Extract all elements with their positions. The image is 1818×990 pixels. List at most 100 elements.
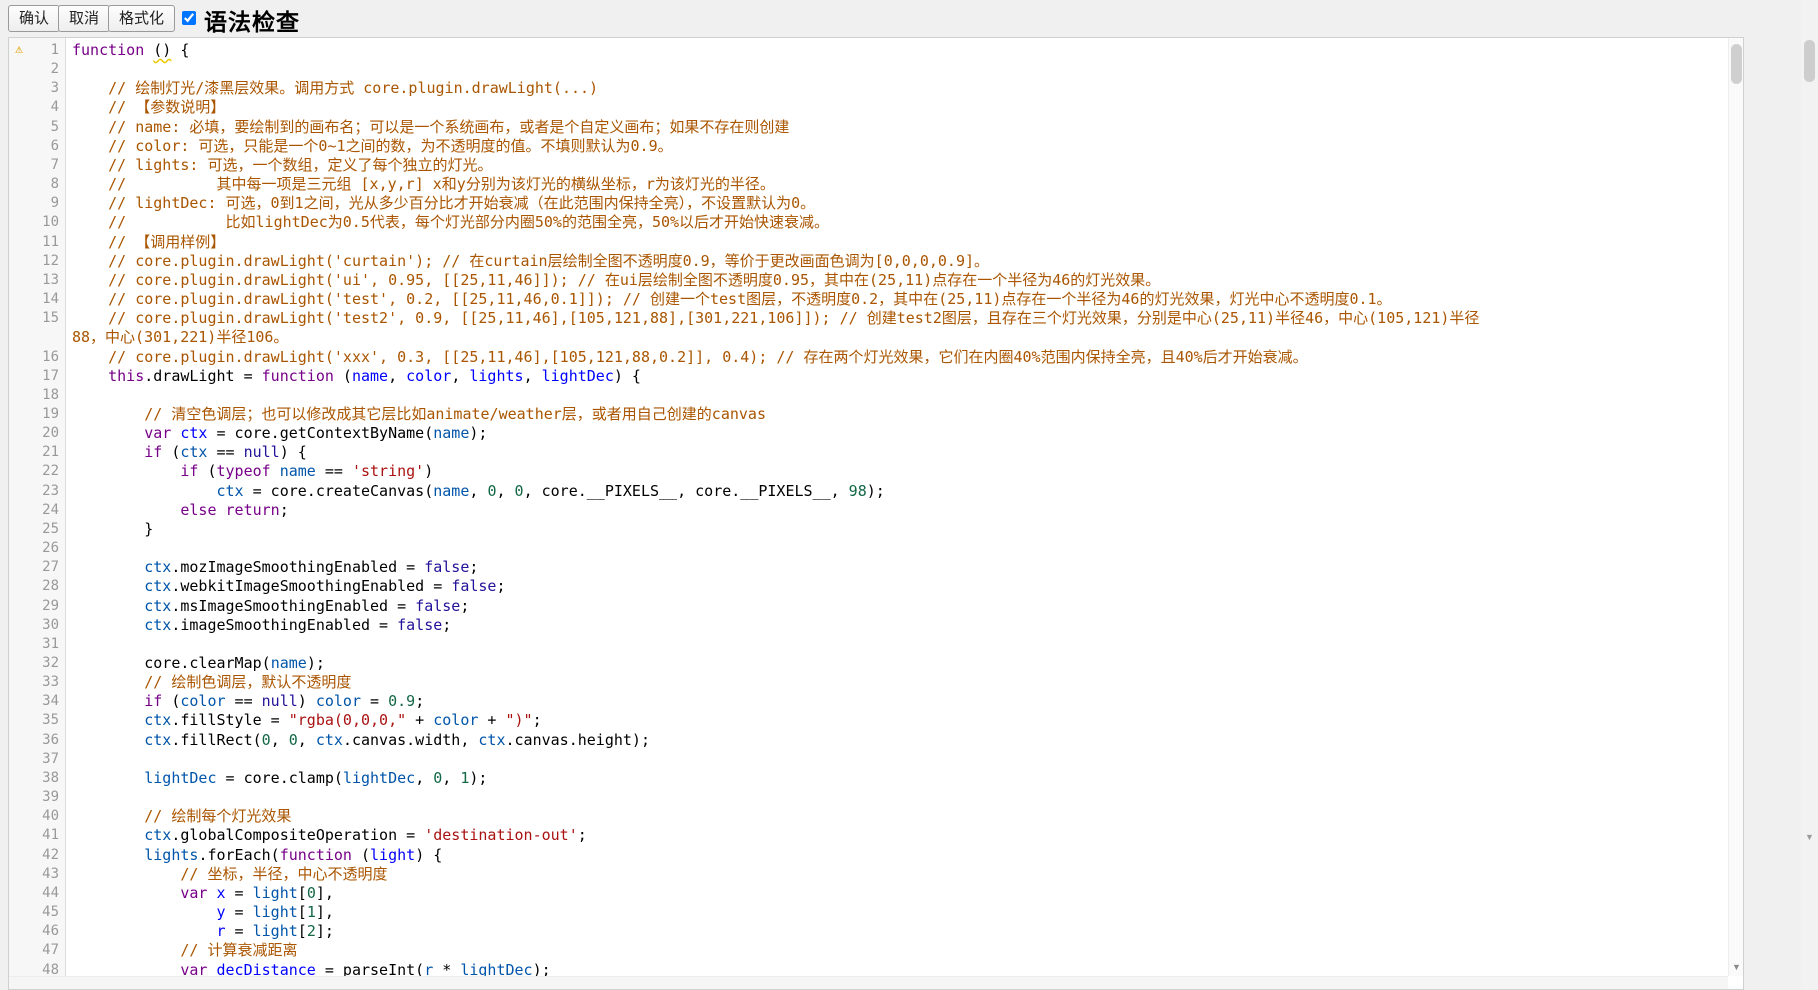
- line-number: 32: [9, 654, 66, 673]
- code-line-content: [66, 60, 72, 79]
- code-line-content: // 【调用样例】: [66, 233, 225, 252]
- code-line: 8 // 其中每一项是三元组 [x,y,r] x和y分别为该灯光的横纵坐标，r为…: [9, 175, 1728, 194]
- code-line-content: lightDec = core.clamp(lightDec, 0, 1);: [66, 769, 487, 788]
- line-number: 5: [9, 118, 66, 137]
- line-number: 31: [9, 635, 66, 654]
- code-line-content: this.drawLight = function (name, color, …: [66, 367, 641, 386]
- line-number: 34: [9, 692, 66, 711]
- syntax-check-checkbox[interactable]: [182, 11, 196, 25]
- code-line: 39: [9, 788, 1728, 807]
- code-line: 7 // lights: 可选，一个数组，定义了每个独立的灯光。: [9, 156, 1728, 175]
- code-line-content: var ctx = core.getContextByName(name);: [66, 424, 487, 443]
- code-line: 40 // 绘制每个灯光效果: [9, 807, 1728, 826]
- code-line: 21 if (ctx == null) {: [9, 443, 1728, 462]
- code-line: 38 lightDec = core.clamp(lightDec, 0, 1)…: [9, 769, 1728, 788]
- code-line: 44 var x = light[0],: [9, 884, 1728, 903]
- line-number: 36: [9, 731, 66, 750]
- code-line: 1function () {: [9, 41, 1728, 60]
- confirm-button[interactable]: 确认: [8, 5, 60, 32]
- line-number: 43: [9, 865, 66, 884]
- line-number: 13: [9, 271, 66, 290]
- code-line: 43 // 坐标，半径，中心不透明度: [9, 865, 1728, 884]
- code-line-content: // 计算衰减距离: [66, 941, 297, 960]
- code-line-content: r = light[2];: [66, 922, 334, 941]
- page-scrollbar[interactable]: ▼: [1801, 0, 1818, 990]
- code-line: 18: [9, 386, 1728, 405]
- line-number: 11: [9, 233, 66, 252]
- line-number: 28: [9, 577, 66, 596]
- editor-horizontal-scrollbar[interactable]: [9, 976, 1728, 989]
- line-number: 18: [9, 386, 66, 405]
- line-number: 23: [9, 482, 66, 501]
- line-number: 8: [9, 175, 66, 194]
- line-number: 35: [9, 711, 66, 730]
- code-line: 45 y = light[1],: [9, 903, 1728, 922]
- code-line: 28 ctx.webkitImageSmoothingEnabled = fal…: [9, 577, 1728, 596]
- page-scrollbar-thumb[interactable]: [1804, 40, 1815, 82]
- code-line-content: // lightDec: 可选，0到1之间，光从多少百分比才开始衰减（在此范围内…: [66, 194, 815, 213]
- scrollbar-thumb[interactable]: [1731, 44, 1742, 84]
- code-line-content: core.clearMap(name);: [66, 654, 325, 673]
- line-number: 40: [9, 807, 66, 826]
- code-line-content: [66, 386, 72, 405]
- line-number: 45: [9, 903, 66, 922]
- code-line-content: lights.forEach(function (light) {: [66, 846, 442, 865]
- line-number: 4: [9, 98, 66, 117]
- code-line-content: // core.plugin.drawLight('curtain'); // …: [66, 252, 989, 271]
- code-line: 46 r = light[2];: [9, 922, 1728, 941]
- line-number: 46: [9, 922, 66, 941]
- code-line: 35 ctx.fillStyle = "rgba(0,0,0," + color…: [9, 711, 1728, 730]
- syntax-check-label: 语法检查: [204, 3, 300, 37]
- code-line-content: var x = light[0],: [66, 884, 334, 903]
- code-lines[interactable]: 1function () {23 // 绘制灯光/漆黑层效果。调用方式 core…: [9, 38, 1728, 989]
- code-line: 20 var ctx = core.getContextByName(name)…: [9, 424, 1728, 443]
- code-line-content: // 其中每一项是三元组 [x,y,r] x和y分别为该灯光的横纵坐标，r为该灯…: [66, 175, 775, 194]
- code-line: 27 ctx.mozImageSmoothingEnabled = false;: [9, 558, 1728, 577]
- code-line-content: if (ctx == null) {: [66, 443, 307, 462]
- line-number: 47: [9, 941, 66, 960]
- line-number: 10: [9, 213, 66, 232]
- code-line-content: [66, 788, 72, 807]
- line-number: 2: [9, 60, 66, 79]
- code-line-content: ctx = core.createCanvas(name, 0, 0, core…: [66, 482, 885, 501]
- code-editor[interactable]: 1function () {23 // 绘制灯光/漆黑层效果。调用方式 core…: [8, 37, 1744, 990]
- code-line-content: [66, 750, 72, 769]
- code-line-content: ctx.fillStyle = "rgba(0,0,0," + color + …: [66, 711, 542, 730]
- code-line-content: // 绘制每个灯光效果: [66, 807, 291, 826]
- cancel-button[interactable]: 取消: [58, 5, 110, 32]
- line-number: 33: [9, 673, 66, 692]
- line-number: 44: [9, 884, 66, 903]
- editor-vertical-scrollbar[interactable]: ▼: [1728, 38, 1743, 976]
- line-number: 3: [9, 79, 66, 98]
- code-line: 17 this.drawLight = function (name, colo…: [9, 367, 1728, 386]
- code-line: 5 // name: 必填，要绘制到的画布名；可以是一个系统画布，或者是个自定义…: [9, 118, 1728, 137]
- line-number: 21: [9, 443, 66, 462]
- line-number: 12: [9, 252, 66, 271]
- code-line: 9 // lightDec: 可选，0到1之间，光从多少百分比才开始衰减（在此范…: [9, 194, 1728, 213]
- page-scrollbar-down-arrow-icon[interactable]: ▼: [1803, 830, 1816, 844]
- line-number: 25: [9, 520, 66, 539]
- line-number: 6: [9, 137, 66, 156]
- code-line-content: // 【参数说明】: [66, 98, 225, 117]
- code-line-content: // core.plugin.drawLight('test', 0.2, [[…: [66, 290, 1392, 309]
- code-line-content: // core.plugin.drawLight('ui', 0.95, [[2…: [66, 271, 1160, 290]
- code-line: 42 lights.forEach(function (light) {: [9, 846, 1728, 865]
- code-line: 31: [9, 635, 1728, 654]
- scrollbar-down-arrow-icon[interactable]: ▼: [1729, 960, 1744, 974]
- code-line-content: if (color == null) color = 0.9;: [66, 692, 424, 711]
- code-line: 33 // 绘制色调层，默认不透明度: [9, 673, 1728, 692]
- line-number: 7: [9, 156, 66, 175]
- code-line-content: // 坐标，半径，中心不透明度: [66, 865, 387, 884]
- code-line-content: ctx.mozImageSmoothingEnabled = false;: [66, 558, 478, 577]
- code-line: 15 // core.plugin.drawLight('test2', 0.9…: [9, 309, 1728, 347]
- line-number: 26: [9, 539, 66, 558]
- code-line: 10 // 比如lightDec为0.5代表，每个灯光部分内圈50%的范围全亮，…: [9, 213, 1728, 232]
- line-number: 42: [9, 846, 66, 865]
- line-number: 17: [9, 367, 66, 386]
- format-button[interactable]: 格式化: [108, 5, 175, 32]
- line-number: 22: [9, 462, 66, 481]
- code-line: 22 if (typeof name == 'string'): [9, 462, 1728, 481]
- code-line-content: y = light[1],: [66, 903, 334, 922]
- line-number: 15: [9, 309, 66, 347]
- code-line: 30 ctx.imageSmoothingEnabled = false;: [9, 616, 1728, 635]
